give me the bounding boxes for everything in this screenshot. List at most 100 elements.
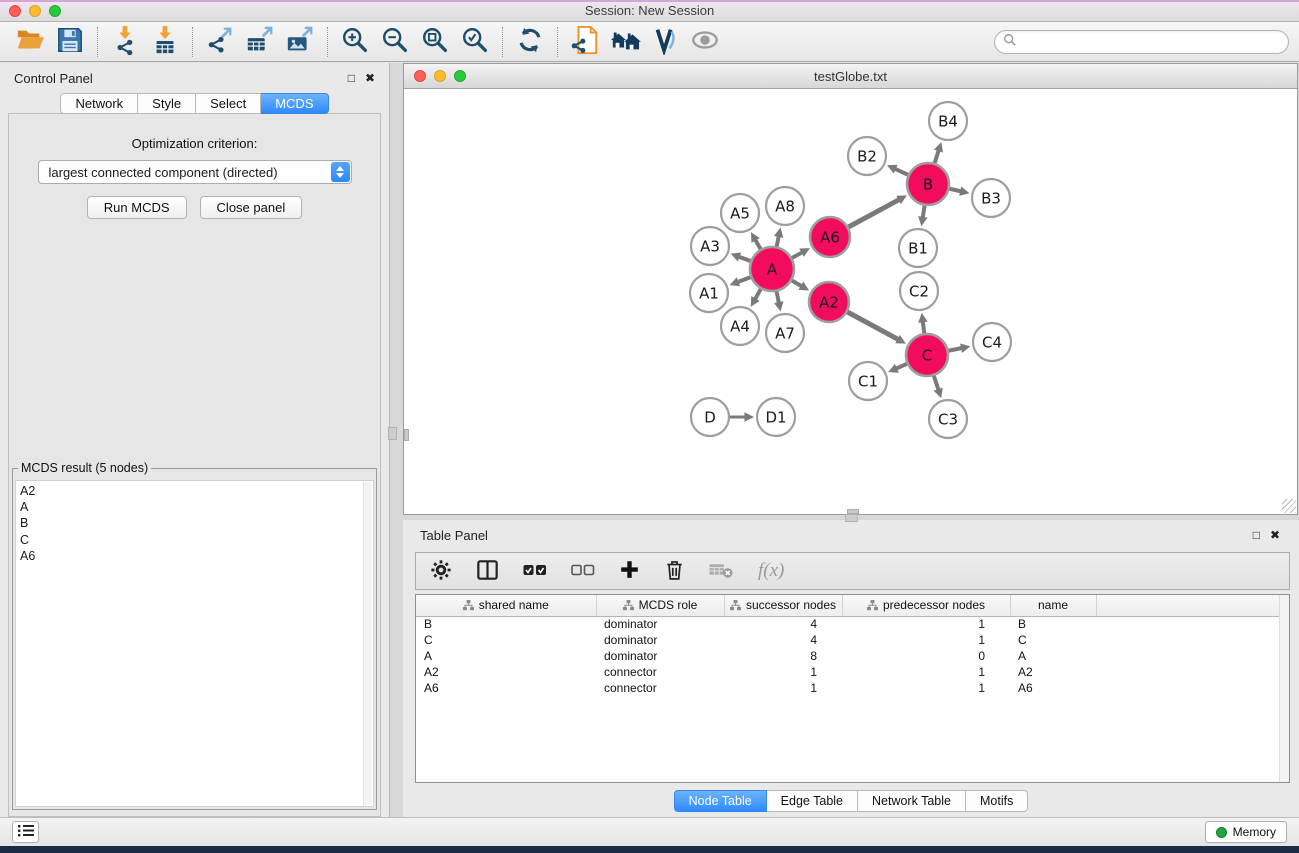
panel-divider-handle[interactable] (388, 427, 397, 440)
search-field[interactable] (994, 30, 1289, 54)
criterion-dropdown[interactable]: largest connected component (directed) (38, 160, 352, 184)
cell-name[interactable]: B (1010, 616, 1096, 632)
cell-name[interactable]: A2 (1010, 664, 1096, 680)
search-input[interactable] (1022, 34, 1280, 49)
destroy-table-button[interactable] (709, 561, 734, 582)
cell-shared-name[interactable]: C (416, 632, 596, 648)
network-canvas-area[interactable]: AA1A2A3A4A5A6A7A8BB1B2B3B4CC1C2C3C4DD1 (404, 89, 1297, 514)
minimize-window-button[interactable] (29, 5, 41, 17)
zoom-in-button[interactable] (335, 25, 375, 59)
cell-predecessor-nodes[interactable]: 1 (842, 616, 1010, 632)
canvas-vertical-scrollbar[interactable] (404, 429, 409, 441)
tab-network-table[interactable]: Network Table (858, 790, 966, 812)
delete-row-button[interactable] (664, 559, 685, 584)
cell-name[interactable]: C (1010, 632, 1096, 648)
list-scrollbar[interactable] (363, 482, 372, 805)
cell-shared-name[interactable]: A6 (416, 680, 596, 696)
cell-predecessor-nodes[interactable]: 1 (842, 632, 1010, 648)
cell-successor-nodes[interactable]: 8 (724, 648, 842, 664)
close-table-panel-icon[interactable]: ✖ (1270, 529, 1280, 541)
cell-successor-nodes[interactable]: 4 (724, 632, 842, 648)
open-session-button[interactable] (10, 25, 50, 59)
memory-button[interactable]: Memory (1205, 821, 1287, 843)
cell-successor-nodes[interactable]: 4 (724, 616, 842, 632)
network-zoom-button[interactable] (454, 70, 466, 82)
zoom-selected-button[interactable] (455, 25, 495, 59)
tab-edge-table[interactable]: Edge Table (767, 790, 858, 812)
mcds-result-item[interactable]: C (20, 532, 361, 548)
close-panel-icon[interactable]: ✖ (365, 72, 375, 84)
zoom-out-button[interactable] (375, 25, 415, 59)
cell-successor-nodes[interactable]: 1 (724, 664, 842, 680)
mcds-result-item[interactable]: A (20, 499, 361, 515)
network-from-selection-button[interactable] (565, 25, 605, 59)
tab-network[interactable]: Network (60, 93, 138, 114)
column-header-successor-nodes[interactable]: successor nodes (724, 595, 842, 616)
cell-mcds-role[interactable]: dominator (596, 616, 724, 632)
run-mcds-button[interactable]: Run MCDS (87, 196, 187, 219)
cell-successor-nodes[interactable]: 1 (724, 680, 842, 696)
float-table-panel-icon[interactable]: □ (1253, 529, 1260, 541)
zoom-window-button[interactable] (49, 5, 61, 17)
toolbar-separator (97, 27, 98, 57)
export-image-button[interactable] (280, 25, 320, 59)
cell-mcds-role[interactable]: dominator (596, 632, 724, 648)
horizontal-divider-handle[interactable] (845, 514, 858, 522)
save-session-button[interactable] (50, 25, 90, 59)
network-canvas[interactable]: AA1A2A3A4A5A6A7A8BB1B2B3B4CC1C2C3C4DD1 (404, 89, 1297, 514)
column-header-mcds-role[interactable]: MCDS role (596, 595, 724, 616)
close-panel-button[interactable]: Close panel (200, 196, 303, 219)
column-header-predecessor-nodes[interactable]: predecessor nodes (842, 595, 1010, 616)
tab-node-table[interactable]: Node Table (674, 790, 767, 812)
vizmapper-button[interactable] (645, 25, 685, 59)
function-builder-button[interactable]: f(x) (758, 560, 784, 582)
show-column-button[interactable] (476, 559, 499, 584)
column-settings-button[interactable] (430, 559, 452, 584)
column-header-shared-name[interactable]: shared name (416, 595, 596, 616)
refresh-view-button[interactable] (510, 25, 550, 59)
table-row[interactable]: Bdominator41B (416, 616, 1289, 632)
add-row-button[interactable] (619, 559, 640, 583)
table-row[interactable]: A2connector11A2 (416, 664, 1289, 680)
cell-predecessor-nodes[interactable]: 1 (842, 680, 1010, 696)
network-overview-button[interactable] (605, 25, 645, 59)
close-window-button[interactable] (9, 5, 21, 17)
list-icon (18, 824, 34, 840)
zoom-fit-button[interactable] (415, 25, 455, 59)
mcds-result-item[interactable]: A2 (20, 483, 361, 499)
window-resize-grip[interactable] (1282, 499, 1296, 513)
mcds-result-item[interactable]: B (20, 515, 361, 531)
cell-mcds-role[interactable]: connector (596, 680, 724, 696)
table-row[interactable]: A6connector11A6 (416, 680, 1289, 696)
cell-shared-name[interactable]: B (416, 616, 596, 632)
float-panel-icon[interactable]: □ (348, 72, 355, 84)
mcds-result-item[interactable]: A6 (20, 548, 361, 564)
import-network-button[interactable] (105, 25, 145, 59)
export-table-button[interactable] (240, 25, 280, 59)
tab-motifs[interactable]: Motifs (966, 790, 1028, 812)
graphics-details-button[interactable] (685, 25, 725, 59)
cell-shared-name[interactable]: A (416, 648, 596, 664)
task-history-button[interactable] (12, 821, 39, 843)
tab-select[interactable]: Select (196, 93, 261, 114)
unselect-all-button[interactable] (571, 561, 595, 582)
import-table-button[interactable] (145, 25, 185, 59)
cell-shared-name[interactable]: A2 (416, 664, 596, 680)
table-row[interactable]: Adominator80A (416, 648, 1289, 664)
network-close-button[interactable] (414, 70, 426, 82)
tab-mcds[interactable]: MCDS (261, 93, 328, 114)
cell-predecessor-nodes[interactable]: 0 (842, 648, 1010, 664)
cell-name[interactable]: A (1010, 648, 1096, 664)
export-network-button[interactable] (200, 25, 240, 59)
cell-mcds-role[interactable]: connector (596, 664, 724, 680)
select-all-button[interactable] (523, 561, 547, 582)
table-row[interactable]: Cdominator41C (416, 632, 1289, 648)
tab-style[interactable]: Style (138, 93, 196, 114)
column-header-name[interactable]: name (1010, 595, 1096, 616)
cell-mcds-role[interactable]: dominator (596, 648, 724, 664)
cell-name[interactable]: A6 (1010, 680, 1096, 696)
table-scrollbar[interactable] (1279, 595, 1289, 782)
network-minimize-button[interactable] (434, 70, 446, 82)
table-delete-icon (709, 561, 734, 582)
cell-predecessor-nodes[interactable]: 1 (842, 664, 1010, 680)
